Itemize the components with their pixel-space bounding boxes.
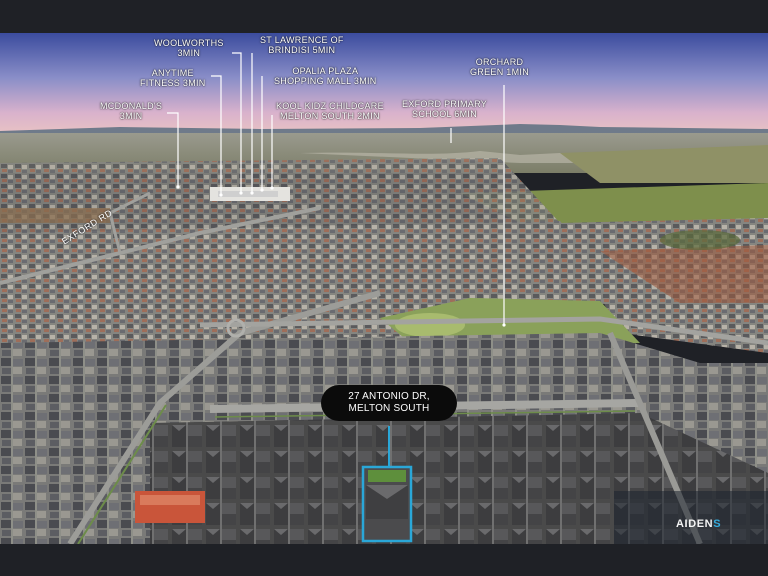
poi-label-opalia-plaza: OPALIA PLAZA SHOPPING MALL 3MIN — [274, 66, 377, 86]
poi-label-orchard-green: ORCHARD GREEN 1MIN — [470, 57, 530, 77]
poi-label-mcdonalds: MCDONALD'S 3MIN — [100, 101, 163, 121]
poi-label-st-lawrence: ST LAWRENCE OF BRINDISI 5MIN — [260, 35, 344, 55]
address-badge: 27 ANTONIO DR, MELTON SOUTH — [321, 385, 457, 421]
poi-label-woolworths: WOOLWORTHS 3MIN — [154, 38, 224, 58]
letterbox-top — [0, 0, 768, 33]
poi-label-anytime-fitness: ANYTIME FITNESS 3MIN — [140, 68, 206, 88]
address-line-2: MELTON SOUTH — [348, 403, 430, 414]
agency-watermark-logo: AIDENS — [676, 518, 722, 530]
poi-label-exford-primary: EXFORD PRIMARY SCHOOL 6MIN — [402, 99, 488, 119]
poi-label-kool-kidz: KOOL KIDZ CHILDCARE MELTON SOUTH 2MIN — [276, 101, 384, 121]
address-line-1: 27 ANTONIO DR, — [348, 391, 430, 402]
letterbox-bottom — [0, 544, 768, 576]
